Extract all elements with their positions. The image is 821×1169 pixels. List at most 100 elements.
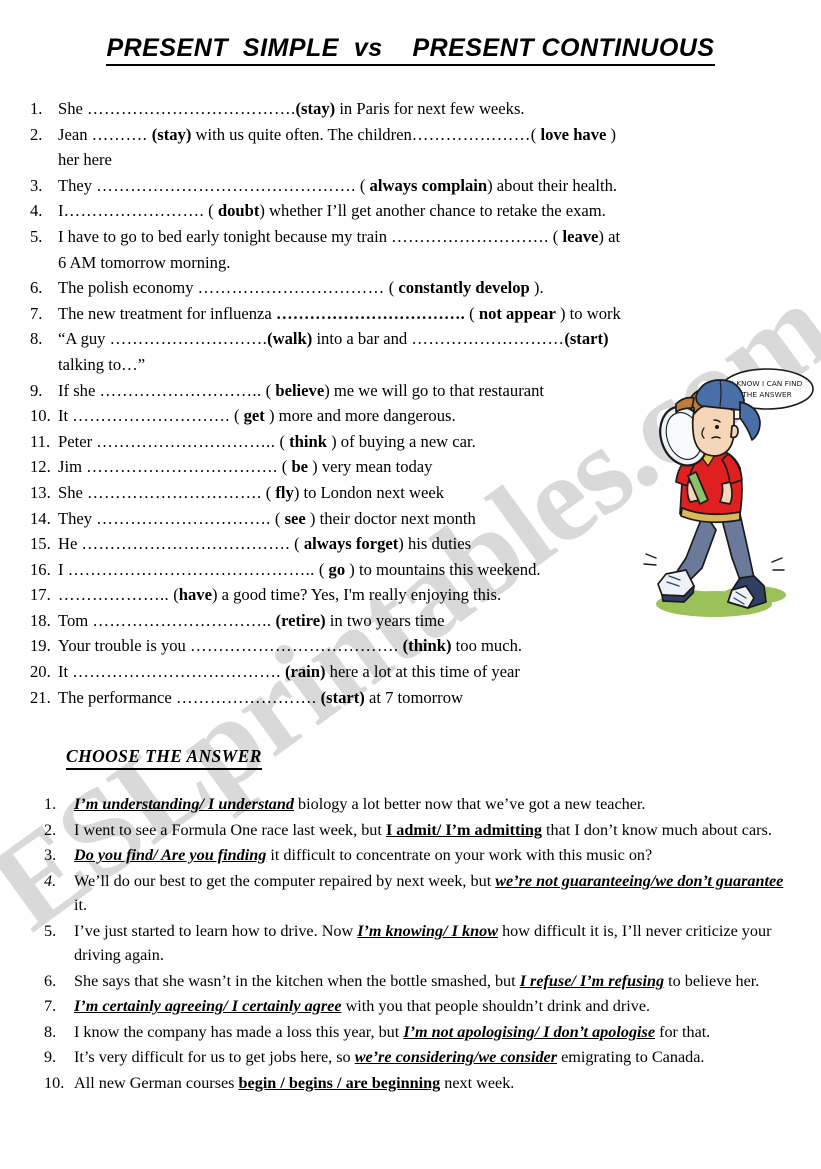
gapfill-item-number: 12. [30, 457, 51, 477]
gapfill-item: 2. Jean ………. (stay) with us quite often. … [30, 122, 630, 173]
gapfill-item: 16. I …………………………………….. ( go ) to mountain… [30, 557, 630, 583]
choose-answer-item: 2. I went to see a Formula One race last … [44, 818, 796, 843]
gapfill-item-text: I …………………………………….. ( go ) to mountains t… [58, 559, 541, 579]
blank-dots: ………………………. [109, 329, 268, 349]
gapfill-item-number: 15. [30, 534, 51, 554]
gapfill-item-text: ……………….. (have) a good time? Yes, I'm re… [58, 585, 502, 605]
verb-cue: not appear [478, 303, 556, 323]
gapfill-item: 3. They ………………………………………. ( always complai… [30, 173, 630, 199]
gapfill-item: 21. The performance ……………………. (start) at … [30, 685, 630, 711]
blank-dots: ……………….. [58, 585, 170, 605]
answer-option-choice[interactable]: begin / begins / are beginning [239, 1074, 441, 1092]
choose-item-text: I know the company has made a loss this … [74, 1022, 711, 1041]
gapfill-item-number: 5. [30, 226, 43, 246]
blank-dots: ………………………….. [96, 431, 276, 451]
choose-answer-item: 10. All new German courses begin / begins… [44, 1071, 796, 1096]
gapfill-item-number: 2. [30, 124, 43, 144]
gapfill-item-number: 16. [30, 559, 51, 579]
gapfill-item: 14. They …………………………. ( see ) their doctor… [30, 506, 630, 532]
gapfill-item: 18. Tom ………………………….. (retire) in two year… [30, 608, 630, 634]
blank-dots: ………………………. [72, 406, 230, 426]
answer-option-choice[interactable]: I’m knowing/ I know [357, 922, 498, 940]
blank-dots: ………………………………. [87, 99, 296, 118]
gapfill-item: 9. If she ……………………….. ( believe) me we wi… [30, 378, 630, 404]
answer-option-choice[interactable]: I’m understanding/ I understand [74, 795, 294, 813]
gapfill-item-number: 21. [30, 687, 51, 707]
choose-answer-item: 9. It’s very difficult for us to get jobs… [44, 1045, 796, 1070]
gapfill-item-number: 3. [30, 175, 43, 195]
blank-dots: ………………………………. [81, 534, 290, 554]
verb-cue: have [178, 585, 212, 605]
choose-item-text: I went to see a Formula One race last we… [74, 820, 772, 839]
blank-dots: …………………………. [96, 508, 271, 528]
gapfill-item-number: 13. [30, 482, 51, 502]
answer-option-choice[interactable]: I’m not apologising/ I don’t apologise [403, 1023, 655, 1041]
gapfill-item-text: She …………………………. ( fly) to London next we… [58, 482, 445, 502]
gapfill-item-text: She ……………………………….(stay) in Paris for nex… [58, 99, 525, 118]
choose-answer-item: 7. I’m certainly agreeing/ I certainly ag… [44, 994, 796, 1019]
boy-figure-icon [643, 379, 785, 609]
blank-dots: …………………………. [87, 482, 262, 502]
choose-item-text: It’s very difficult for us to get jobs h… [74, 1048, 705, 1067]
gapfill-item-text: “A guy ……………………….(walk) into a bar and …… [58, 329, 609, 374]
choose-item-number: 10. [44, 1073, 65, 1092]
gapfill-item-text: Peter ………………………….. ( think ) of buying a… [58, 431, 476, 451]
gapfill-item: 17. ……………….. (have) a good time? Yes, I'… [30, 582, 630, 608]
gapfill-item: 20. It ………………………………. (rain) here a lot at… [30, 659, 630, 685]
choose-item-text: I’m certainly agreeing/ I certainly agre… [74, 997, 651, 1016]
gapfill-item: 1. She ……………………………….(stay) in Paris for n… [30, 96, 630, 122]
answer-option-choice[interactable]: we’re considering/we consider [355, 1048, 557, 1066]
choose-item-text: I’m understanding/ I understand biology … [74, 795, 646, 814]
blank-dots: ……………………………. [275, 303, 466, 323]
blank-dots: ……………………… [411, 329, 565, 349]
choose-item-text: I’ve just started to learn how to drive.… [74, 921, 772, 965]
choose-answer-item: 5. I’ve just started to learn how to driv… [44, 919, 796, 968]
gapfill-item-text: He ………………………………. ( always forget) his du… [58, 534, 472, 554]
answer-option-choice[interactable]: Do you find/ Are you finding [74, 846, 266, 864]
answer-option-choice[interactable]: I refuse/ I’m refusing [520, 972, 664, 990]
blank-dots: ………. [91, 124, 152, 144]
verb-cue: (stay) [151, 124, 192, 144]
gapfill-item-text: Jean ………. (stay) with us quite often. Th… [58, 124, 617, 170]
gapfill-item: 12. Jim ……………………………. ( be ) very mean tod… [30, 454, 630, 480]
verb-cue: have [573, 124, 607, 144]
blank-dots: …………………………… [197, 278, 385, 298]
verb-cue: (start) [564, 329, 609, 349]
gapfill-item-number: 20. [30, 662, 51, 682]
gapfill-exercise-list: 1. She ……………………………….(stay) in Paris for n… [30, 96, 630, 710]
verb-cue: constantly develop [398, 278, 530, 298]
gapfill-item-number: 4. [30, 201, 43, 221]
blank-dots: ………………………….. [92, 610, 272, 630]
gapfill-item: 5. I have to go to bed early tonight beca… [30, 224, 630, 275]
gapfill-item-text: It ………………………………. (rain) here a lot at th… [58, 662, 520, 682]
choose-heading-wrapper: CHOOSE THE ANSWER [0, 710, 821, 771]
choose-item-text: She says that she wasn’t in the kitchen … [74, 971, 760, 990]
verb-cue: fly [275, 482, 294, 502]
blank-dots: ………………………. [391, 226, 549, 246]
gapfill-item-number: 18. [30, 610, 51, 630]
choose-item-number: 7. [44, 997, 57, 1016]
blank-dots: ……………………. [63, 201, 205, 221]
answer-option-choice[interactable]: I’m certainly agreeing/ I certainly agre… [74, 997, 342, 1015]
gapfill-item: 19. Your trouble is you ………………………………. (th… [30, 633, 630, 659]
gapfill-item-number: 6. [30, 278, 43, 298]
verb-cue: (stay) [295, 99, 336, 118]
gapfill-item: 11. Peter ………………………….. ( think ) of buyin… [30, 429, 630, 455]
blank-dots: ……………………………. [86, 457, 278, 477]
cartoon-boy-with-magnifying-glass: I KNOW I CAN FIND THE ANSWER [636, 362, 816, 632]
choose-answer-item: 8. I know the company has made a loss thi… [44, 1020, 796, 1045]
choose-item-number: 6. [44, 971, 57, 990]
verb-cue: think [289, 431, 327, 451]
gapfill-item-text: Your trouble is you ………………………………. (think… [58, 636, 523, 656]
verb-cue: leave [562, 226, 599, 246]
verb-cue: go [328, 559, 346, 579]
choose-item-number: 2. [44, 820, 57, 839]
answer-option-choice[interactable]: we’re not guaranteeing/we don’t guarante… [495, 872, 783, 890]
gapfill-item: 10. It ………………………. ( get ) more and more d… [30, 403, 630, 429]
choose-answer-item: 6. She says that she wasn’t in the kitche… [44, 969, 796, 994]
verb-cue: always forget [303, 534, 399, 554]
gapfill-item-number: 17. [30, 585, 51, 605]
page-title-text: PRESENT SIMPLE vs PRESENT CONTINUOUS [106, 34, 715, 66]
answer-option-choice[interactable]: I admit/ I’m admitting [386, 821, 542, 839]
gapfill-item: 7. The new treatment for influenza ………………… [30, 301, 630, 327]
